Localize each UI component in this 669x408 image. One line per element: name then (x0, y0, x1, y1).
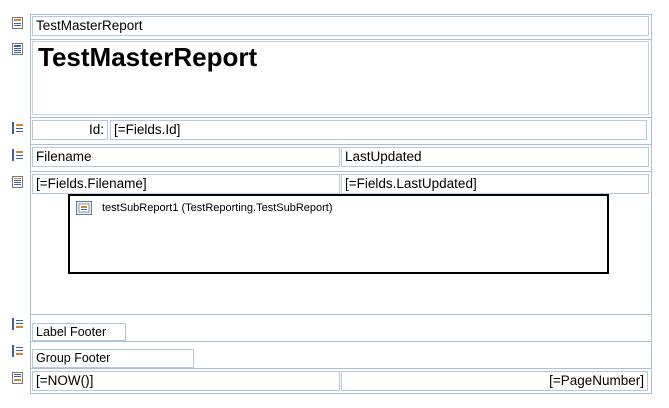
band-separator (30, 314, 652, 315)
subreport-icon (76, 201, 92, 218)
filename-header[interactable]: Filename (32, 147, 340, 167)
page-footer-icon[interactable] (12, 372, 23, 384)
band-separator (30, 144, 652, 145)
report-header-textbox[interactable]: TestMasterReport (32, 16, 649, 36)
band-separator (30, 171, 652, 172)
band-separator (30, 117, 652, 118)
group-footer-icon[interactable] (12, 318, 23, 330)
page-header-title[interactable]: TestMasterReport (32, 41, 649, 115)
subreport-label: testSubReport1 (TestReporting.TestSubRep… (102, 202, 333, 214)
label-footer-textbox[interactable]: Label Footer (32, 323, 126, 341)
subreport-container[interactable]: testSubReport1 (TestReporting.TestSubRep… (68, 194, 609, 274)
band-separator (30, 39, 652, 40)
group-header-icon[interactable] (12, 122, 23, 134)
id-field[interactable]: [=Fields.Id] (110, 120, 647, 140)
report-header-icon[interactable] (12, 17, 23, 29)
page-header-icon[interactable] (12, 43, 23, 55)
lastupdated-field[interactable]: [=Fields.LastUpdated] (341, 174, 649, 194)
group-footer-icon[interactable] (12, 345, 23, 357)
band-separator (30, 341, 652, 342)
group-header-icon[interactable] (12, 149, 23, 161)
filename-field[interactable]: [=Fields.Filename] (32, 174, 340, 194)
lastupdated-header[interactable]: LastUpdated (341, 147, 649, 167)
now-field[interactable]: [=NOW()] (32, 371, 340, 391)
page-number-field[interactable]: [=PageNumber] (341, 371, 648, 391)
detail-icon[interactable] (12, 176, 23, 188)
band-separator (30, 368, 652, 369)
id-label[interactable]: Id: (32, 120, 108, 140)
group-footer-textbox[interactable]: Group Footer (32, 349, 194, 368)
